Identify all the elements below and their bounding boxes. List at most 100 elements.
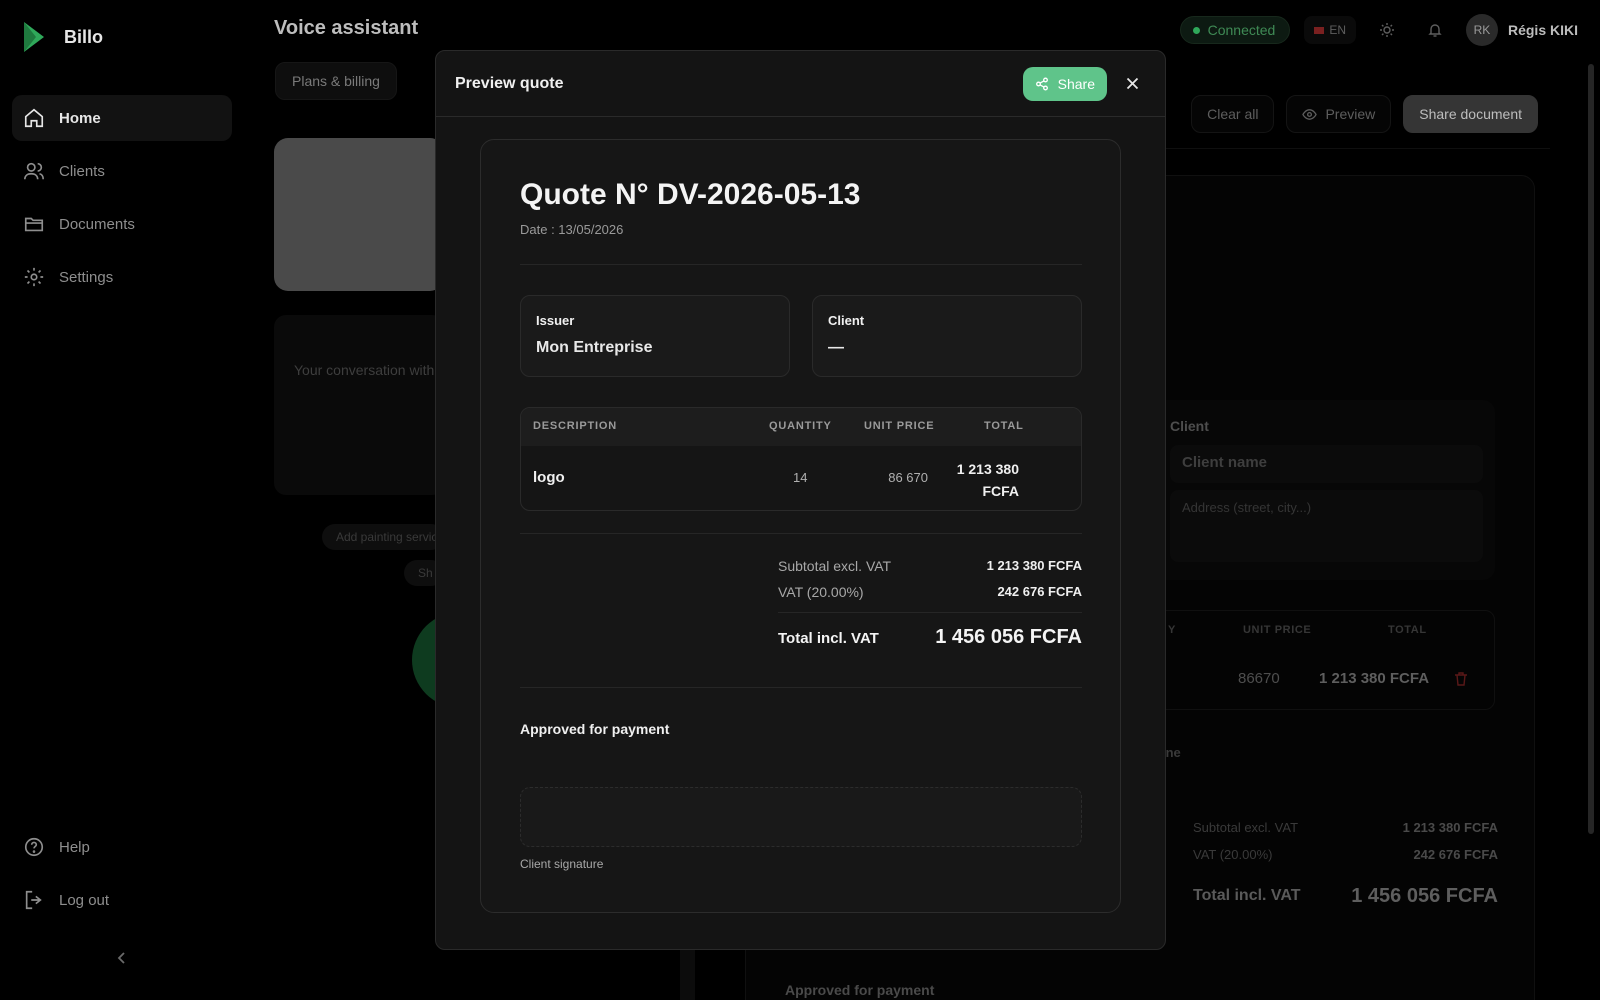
client-label: Client [828,313,865,328]
sun-icon [1379,23,1394,37]
sidebar-item-label: Settings [59,268,114,286]
grand-total-label: Total incl. VAT [1193,887,1301,904]
modal-title: Preview quote [455,74,564,92]
sidebar-item-clients[interactable]: Clients [12,148,232,194]
vat-label: VAT (20.00%) [778,584,864,600]
signature-box[interactable] [520,787,1082,847]
media-card [274,138,444,291]
sidebar-item-documents[interactable]: Documents [12,201,232,247]
grand-total-value: 1 456 056 FCFA [1351,885,1498,907]
column-header: UNIT PRICE [1243,624,1312,636]
items-table [1150,610,1495,710]
subtotal-value: 1 213 380 FCFA [986,558,1082,573]
close-icon [1126,77,1138,90]
page-title: Voice assistant [274,17,419,39]
document-toolbar: Clear all Preview Share document [1191,95,1538,133]
quote-items-table: DESCRIPTION QUANTITY UNIT PRICE TOTAL lo… [520,407,1082,511]
home-icon [24,108,44,128]
issuer-name: Mon Entreprise [536,339,653,356]
sidebar-item-label: Log out [59,891,110,909]
column-header-description: DESCRIPTION [533,420,617,432]
sidebar-item-settings[interactable]: Settings [12,254,232,300]
quote-date: Date : 13/05/2026 [520,222,624,237]
sidebar-item-help[interactable]: Help [12,824,232,870]
share-button[interactable]: Share [1022,66,1107,101]
bell-icon [1428,24,1442,37]
client-address-input[interactable]: Address (street, city...) [1170,490,1483,562]
language-selector[interactable]: EN [1304,16,1356,44]
avatar: RK [1465,14,1498,46]
modal-header: Preview quote Share [436,51,1165,117]
close-button[interactable] [1119,71,1145,97]
share-label: Share [1057,75,1095,92]
grand-total-value: 1 456 056 FCFA [935,626,1082,648]
preview-button[interactable]: Preview [1286,95,1392,133]
client-name: — [828,339,844,356]
folder-icon [24,217,44,232]
column-header-total: TOTAL [984,420,1024,432]
sidebar-item-logout[interactable]: Log out [12,877,232,923]
subtotal-label: Subtotal excl. VAT [778,558,892,574]
brand-name: Billo [64,26,103,47]
vat-row: VAT (20.00%) 242 676 FCFA [778,584,1082,600]
client-name-input[interactable]: Client name [1170,445,1483,483]
preview-quote-modal: Preview quote Share Quote N° DV-2026-05-… [435,50,1166,950]
sidebar-item-label: Home [59,109,101,127]
conversation-placeholder: Your conversation with [294,362,435,378]
sidebar-item-home[interactable]: Home [12,95,232,141]
table-header: DESCRIPTION QUANTITY UNIT PRICE TOTAL [521,408,1081,446]
vat-value: 242 676 FCFA [997,584,1082,599]
grand-total-label: Total incl. VAT [778,630,879,647]
item-description: logo [533,469,565,486]
sidebar-item-label: Documents [59,215,135,233]
sidebar-bottom-nav: Help Log out [12,824,232,930]
clear-all-label: Clear all [1207,106,1259,122]
sidebar-nav: Home Clients Documents Settings [12,95,232,307]
column-header-unit-price: UNIT PRICE [864,420,935,432]
quote-document: Quote N° DV-2026-05-13 Date : 13/05/2026… [480,139,1121,913]
language-label: EN [1329,23,1346,37]
client-card: Client — [812,295,1082,377]
signature-label: Client signature [520,857,604,871]
share-document-button[interactable]: Share document [1403,95,1538,133]
suggestion-chip[interactable]: Add painting services [322,524,444,550]
unit-price-input[interactable]: 86670 [1238,670,1280,687]
subtotal-row: Subtotal excl. VAT 1 213 380 FCFA [778,558,1082,574]
sidebar: Billo Home Clients Documents Settings He… [0,0,245,1000]
vat-label: VAT (20.00%) [1193,847,1273,862]
column-header: TOTAL [1388,624,1427,636]
item-total: 1 213 380 FCFA [939,458,1019,502]
notifications-button[interactable] [1418,15,1452,45]
brand[interactable]: Billo [22,20,103,54]
grand-total-row: Total incl. VAT 1 456 056 FCFA [778,626,1082,649]
subtotal-value: 1 213 380 FCFA [1402,820,1498,835]
clear-all-button[interactable]: Clear all [1191,95,1275,133]
header-actions: Connected EN RK Régis KIKI [1179,14,1578,46]
scrollbar[interactable] [1588,64,1594,834]
billo-logo-icon [24,22,44,52]
user-menu[interactable]: RK Régis KIKI [1465,14,1578,46]
approved-label: Approved for payment [520,721,670,737]
theme-toggle[interactable] [1370,15,1404,45]
conversation-card [274,315,444,495]
chevron-left-icon[interactable] [112,948,132,968]
divider [520,533,1082,534]
subtotal-label: Subtotal excl. VAT [1193,820,1299,835]
item-quantity: 14 [793,470,808,485]
eye-icon [1302,108,1318,120]
item-total-amount: 1 213 380 [956,461,1019,477]
users-icon [24,162,44,180]
divider [520,264,1082,265]
trash-icon[interactable] [1453,671,1469,687]
flag-icon [1314,26,1325,34]
gear-icon [24,267,44,287]
column-header: Y [1168,624,1176,636]
logout-icon [25,890,42,910]
row-total: 1 213 380 FCFA [1319,670,1430,687]
help-icon [24,837,44,857]
sidebar-item-label: Clients [59,162,105,180]
client-label: Client [1170,418,1209,434]
tab-plans-billing[interactable]: Plans & billing [275,62,397,100]
divider [778,612,1082,613]
status-dot [1192,26,1200,34]
